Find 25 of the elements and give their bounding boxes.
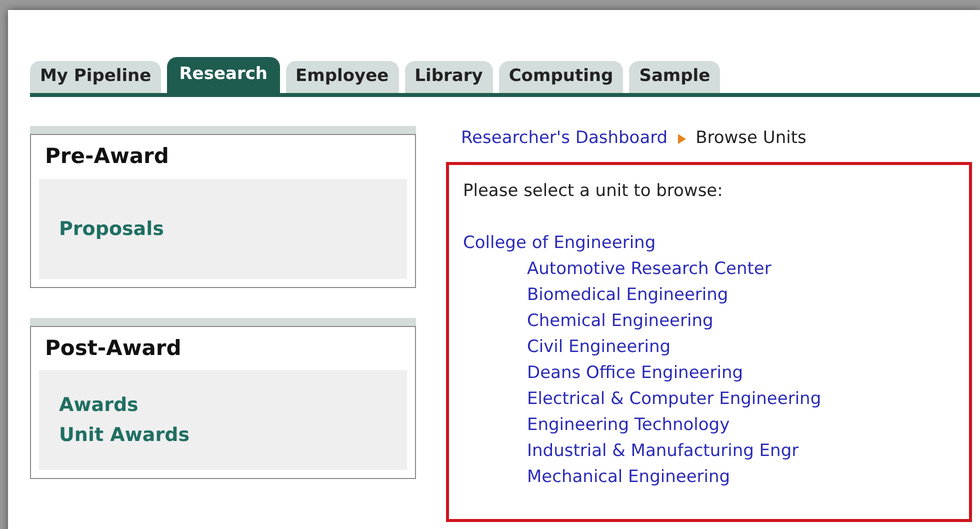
unit-link[interactable]: College of Engineering: [463, 230, 656, 256]
tab[interactable]: Research: [167, 57, 280, 93]
unit-link[interactable]: Engineering Technology: [527, 412, 730, 438]
unit-link[interactable]: Electrical & Computer Engineering: [527, 386, 822, 412]
panel-title: Pre-Award: [44, 143, 170, 170]
tab[interactable]: My Pipeline: [30, 61, 162, 93]
tab[interactable]: Library: [404, 61, 493, 93]
panel-title: Post-Award: [44, 334, 182, 362]
breadcrumb-arrow-icon: [678, 134, 686, 144]
tab[interactable]: Employee: [286, 61, 399, 93]
unit-link[interactable]: Civil Engineering: [527, 334, 671, 360]
breadcrumb-current: Browse Units: [696, 127, 806, 150]
unit-link[interactable]: Deans Office Engineering: [527, 360, 744, 386]
instruction-text: Please select a unit to browse:: [463, 180, 724, 202]
breadcrumb-link[interactable]: Researcher's Dashboard: [461, 126, 668, 152]
sidebar-link[interactable]: Awards: [59, 390, 138, 420]
unit-link[interactable]: Biomedical Engineering: [527, 282, 728, 308]
tab[interactable]: Computing: [498, 61, 624, 93]
tab[interactable]: Sample: [629, 61, 720, 93]
unit-link[interactable]: Chemical Engineering: [527, 308, 714, 334]
sidebar-link[interactable]: Unit Awards: [59, 420, 190, 450]
unit-link[interactable]: Automotive Research Center: [527, 256, 772, 282]
sidebar-link[interactable]: Proposals: [59, 214, 164, 244]
unit-link[interactable]: Industrial & Manufacturing Engr: [527, 438, 799, 464]
unit-link[interactable]: Mechanical Engineering: [527, 464, 730, 490]
